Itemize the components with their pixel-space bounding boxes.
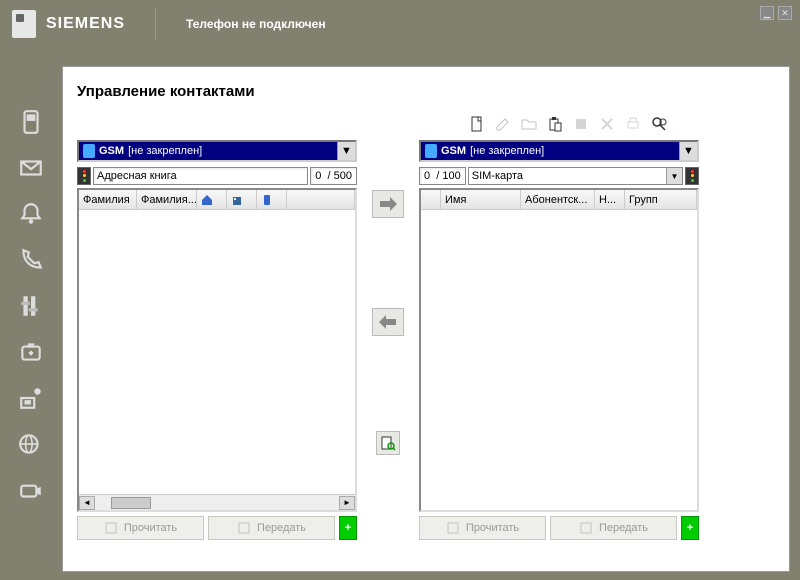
right-transfer-button[interactable]: Передать	[550, 516, 677, 540]
app-logo-icon	[12, 10, 36, 38]
dropdown-arrow-icon[interactable]: ▼	[679, 142, 697, 160]
traffic-light-icon	[77, 167, 91, 185]
scroll-thumb[interactable]	[111, 497, 151, 509]
close-button[interactable]: ✕	[778, 6, 792, 20]
column-n[interactable]: Н...	[595, 190, 625, 209]
right-pane: GSM [не закреплен] ▼ 0 / 100 SIM-карта ▼	[419, 140, 699, 540]
column-spacer	[287, 190, 355, 209]
nav-sync-icon[interactable]	[17, 384, 45, 412]
column-mobile-icon[interactable]	[257, 190, 287, 209]
left-count-display: 0 / 500	[310, 167, 357, 185]
left-scrollbar[interactable]: ◄ ►	[79, 494, 355, 510]
right-count-display: 0 / 100	[419, 167, 466, 185]
column-lastname2[interactable]: Фамилия...	[137, 190, 197, 209]
left-table[interactable]: Фамилия Фамилия... ◄ ►	[77, 188, 357, 512]
column-icon[interactable]	[421, 190, 441, 209]
brand-label: SIEMENS	[46, 15, 125, 33]
right-add-button[interactable]: +	[681, 516, 699, 540]
scroll-right-icon[interactable]: ►	[339, 496, 355, 510]
traffic-light-icon	[685, 167, 699, 185]
column-work-icon[interactable]	[227, 190, 257, 209]
nav-backup-icon[interactable]	[17, 338, 45, 366]
print-icon	[623, 114, 643, 134]
nav-internet-icon[interactable]	[17, 430, 45, 458]
sim-select[interactable]: SIM-карта ▼	[468, 167, 683, 185]
dropdown-arrow-icon[interactable]: ▼	[337, 142, 355, 160]
page-title: Управление контактами	[77, 83, 779, 100]
sidebar	[0, 48, 62, 580]
left-read-button[interactable]: Прочитать	[77, 516, 204, 540]
phone-icon	[425, 144, 437, 158]
delete-icon	[597, 114, 617, 134]
right-source-select[interactable]: GSM [не закреплен] ▼	[419, 140, 699, 162]
edit-icon	[493, 114, 513, 134]
transfer-right-button[interactable]	[372, 190, 404, 218]
nav-camera-icon[interactable]	[17, 476, 45, 504]
phone-icon	[83, 144, 95, 158]
nav-settings-icon[interactable]	[17, 292, 45, 320]
paste-icon[interactable]	[545, 114, 565, 134]
stop-icon	[571, 114, 591, 134]
left-source-select[interactable]: GSM [не закреплен] ▼	[77, 140, 357, 162]
right-read-button[interactable]: Прочитать	[419, 516, 546, 540]
scroll-left-icon[interactable]: ◄	[79, 496, 95, 510]
right-table[interactable]: Имя Абонентск... Н... Групп	[419, 188, 699, 512]
column-subscriber[interactable]: Абонентск...	[521, 190, 595, 209]
left-pane: GSM [не закреплен] ▼ 0 / 500 Фамилия	[77, 140, 357, 540]
nav-ringtones-icon[interactable]	[17, 200, 45, 228]
new-icon[interactable]	[467, 114, 487, 134]
dropdown-arrow-icon[interactable]: ▼	[666, 168, 682, 184]
titlebar: SIEMENS Телефон не подключен ▁ ✕	[0, 0, 800, 48]
left-add-button[interactable]: +	[339, 516, 357, 540]
nav-call-icon[interactable]	[17, 246, 45, 274]
toolbar	[467, 114, 669, 134]
nav-messages-icon[interactable]	[17, 154, 45, 182]
left-table-body[interactable]	[79, 210, 355, 494]
addressbook-filter-input[interactable]	[93, 167, 308, 185]
nav-phone-icon[interactable]	[17, 108, 45, 136]
column-lastname[interactable]: Фамилия	[79, 190, 137, 209]
folder-icon	[519, 114, 539, 134]
preview-button[interactable]	[376, 431, 400, 455]
minimize-button[interactable]: ▁	[760, 6, 774, 20]
right-table-body[interactable]	[421, 210, 697, 510]
column-group[interactable]: Групп	[625, 190, 697, 209]
column-home-icon[interactable]	[197, 190, 227, 209]
connection-status: Телефон не подключен	[186, 17, 326, 31]
left-transfer-button[interactable]: Передать	[208, 516, 335, 540]
transfer-column	[361, 140, 415, 540]
search-icon[interactable]	[649, 114, 669, 134]
transfer-left-button[interactable]	[372, 308, 404, 336]
titlebar-separator	[155, 8, 156, 40]
column-name[interactable]: Имя	[441, 190, 521, 209]
